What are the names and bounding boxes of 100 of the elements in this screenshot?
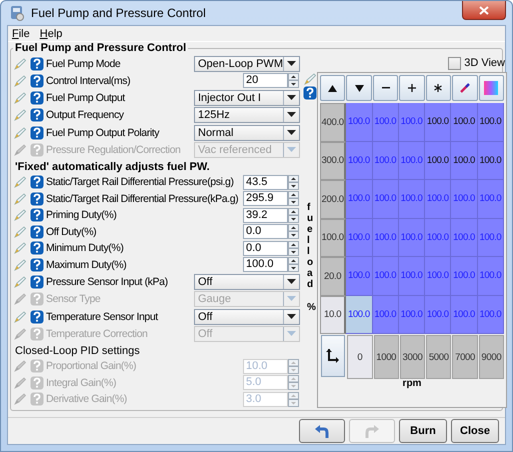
spinner-arrows-icon[interactable]	[288, 191, 299, 206]
pencil-icon	[13, 241, 27, 256]
pen-icon	[460, 83, 470, 93]
setting-label: Static/Target Rail Differential Pressure(psi.g)	[46, 176, 235, 188]
toolbar-button[interactable]	[346, 75, 372, 101]
help-icon[interactable]	[30, 274, 44, 289]
dropdown[interactable]: Injector Out I	[194, 90, 300, 106]
setting-label: Priming Duty(%)	[46, 209, 118, 222]
menu-item[interactable]: File	[12, 28, 30, 40]
menu-item[interactable]: Help	[40, 28, 62, 40]
pencil-icon	[13, 224, 27, 239]
setting-label: Pressure Sensor Input (kPa)	[46, 276, 169, 288]
help-icon[interactable]	[30, 208, 44, 222]
pencil-icon	[13, 392, 27, 406]
window-title: Fuel Pump and Pressure Control	[31, 6, 206, 20]
pencil-icon	[13, 327, 27, 342]
help-icon[interactable]	[30, 56, 44, 71]
help-icon[interactable]	[30, 126, 44, 140]
help-icon[interactable]	[30, 241, 44, 256]
caret-icon	[287, 147, 296, 154]
setting-label: Fuel Pump Mode	[46, 58, 122, 70]
setting-label: Maximum Duty(%)	[46, 258, 128, 271]
row-header[interactable]: 100.0	[320, 218, 346, 257]
minus-icon	[382, 87, 390, 89]
caret-icon	[287, 112, 296, 118]
table-cell[interactable]: 100.0	[346, 296, 373, 334]
asterisk-icon	[434, 84, 442, 92]
dropdown[interactable]: 125Hz	[194, 107, 300, 124]
row-header[interactable]: 10.0	[320, 296, 346, 334]
setting-label: Derivative Gain(%)	[46, 393, 128, 406]
help-icon[interactable]	[30, 192, 44, 206]
caret-icon	[287, 60, 296, 67]
setting-label: Static/Target Rail Differential Pressure(kPa.g)	[46, 192, 240, 205]
row-header[interactable]: 300.0	[320, 142, 346, 180]
help-icon[interactable]	[30, 90, 44, 105]
up-arrow-icon	[328, 84, 338, 92]
number-field[interactable]: 295.9	[243, 191, 288, 206]
setting-label: Integral Gain(%)	[46, 376, 118, 389]
spinner-arrows-icon[interactable]	[288, 73, 299, 88]
toolbar-button[interactable]	[399, 75, 425, 101]
plus-icon	[408, 84, 416, 92]
table-cell[interactable]: 100.0	[451, 142, 478, 180]
column-header[interactable]: 7000	[452, 335, 478, 379]
row-header[interactable]: 200.0	[320, 180, 346, 218]
number-field[interactable]: 43.5	[243, 174, 288, 190]
number-field[interactable]: 0.0	[243, 240, 288, 256]
spinner-arrows-icon[interactable]	[288, 224, 299, 240]
table-cell[interactable]: 100.0	[425, 142, 452, 180]
group-title: Fuel Pump and Pressure Control	[14, 42, 188, 54]
spinner-arrows-icon[interactable]	[288, 240, 299, 256]
row-header[interactable]: 400.0	[320, 103, 346, 142]
setting-label: Fuel Pump Output Polarity	[46, 126, 160, 139]
help-icon[interactable]	[30, 108, 44, 122]
table-cell[interactable]: 100.0	[451, 103, 478, 142]
help-icon[interactable]	[303, 86, 317, 100]
number-field[interactable]: 39.2	[243, 208, 288, 223]
setting-label: Temperature Correction	[46, 328, 148, 340]
dropdown[interactable]: Normal	[194, 124, 300, 141]
caret-icon	[287, 94, 296, 101]
table-cell[interactable]: 100.0	[478, 142, 504, 180]
row-header[interactable]: 20.0	[320, 257, 346, 296]
down-arrow-icon	[354, 84, 364, 92]
dropdown[interactable]: Off	[194, 274, 300, 290]
help-icon[interactable]	[30, 258, 44, 272]
pencil-icon	[13, 56, 27, 71]
pencil-icon	[13, 208, 27, 222]
setting-label: Fuel Pump Output	[46, 92, 126, 104]
dropdown[interactable]: Open-Loop PWM	[194, 56, 300, 72]
column-header[interactable]: 1000	[374, 335, 399, 379]
undo-button[interactable]	[299, 418, 345, 443]
checkbox[interactable]	[448, 56, 462, 70]
number-field[interactable]: 100.0	[243, 257, 288, 272]
column-header[interactable]: 5000	[426, 335, 452, 379]
close-icon	[479, 6, 489, 14]
column-header[interactable]: 3000	[400, 335, 426, 379]
help-icon[interactable]	[30, 224, 44, 239]
setting-label: Sensor Type	[46, 293, 102, 306]
help-icon[interactable]	[30, 74, 44, 88]
close-button[interactable]	[462, 1, 506, 20]
table-cell[interactable]: 100.0	[478, 103, 504, 142]
number-field[interactable]: 0.0	[243, 224, 288, 240]
table-cell[interactable]: 100.0	[425, 103, 452, 142]
axis-swap-button[interactable]	[321, 335, 346, 377]
dropdown[interactable]: Off	[194, 308, 300, 325]
spinner-arrows-icon[interactable]	[288, 257, 299, 272]
column-header[interactable]: 0	[347, 335, 373, 379]
burn-button[interactable]: Burn	[399, 418, 447, 443]
spinner-arrows-icon[interactable]	[288, 174, 299, 190]
curved-arrow-icon	[364, 422, 380, 439]
number-field[interactable]: 20	[243, 73, 288, 88]
column-header[interactable]: 9000	[478, 335, 504, 379]
help-icon[interactable]	[30, 310, 44, 324]
help-icon[interactable]	[30, 175, 44, 190]
curved-arrow-icon	[314, 422, 330, 439]
toolbar-button[interactable]	[320, 75, 346, 101]
caret-icon	[287, 296, 296, 302]
pencil-icon	[13, 258, 27, 272]
spinner-arrows-icon[interactable]	[288, 208, 299, 223]
close-button[interactable]: Close	[451, 418, 499, 443]
toolbar-button[interactable]	[426, 75, 452, 101]
